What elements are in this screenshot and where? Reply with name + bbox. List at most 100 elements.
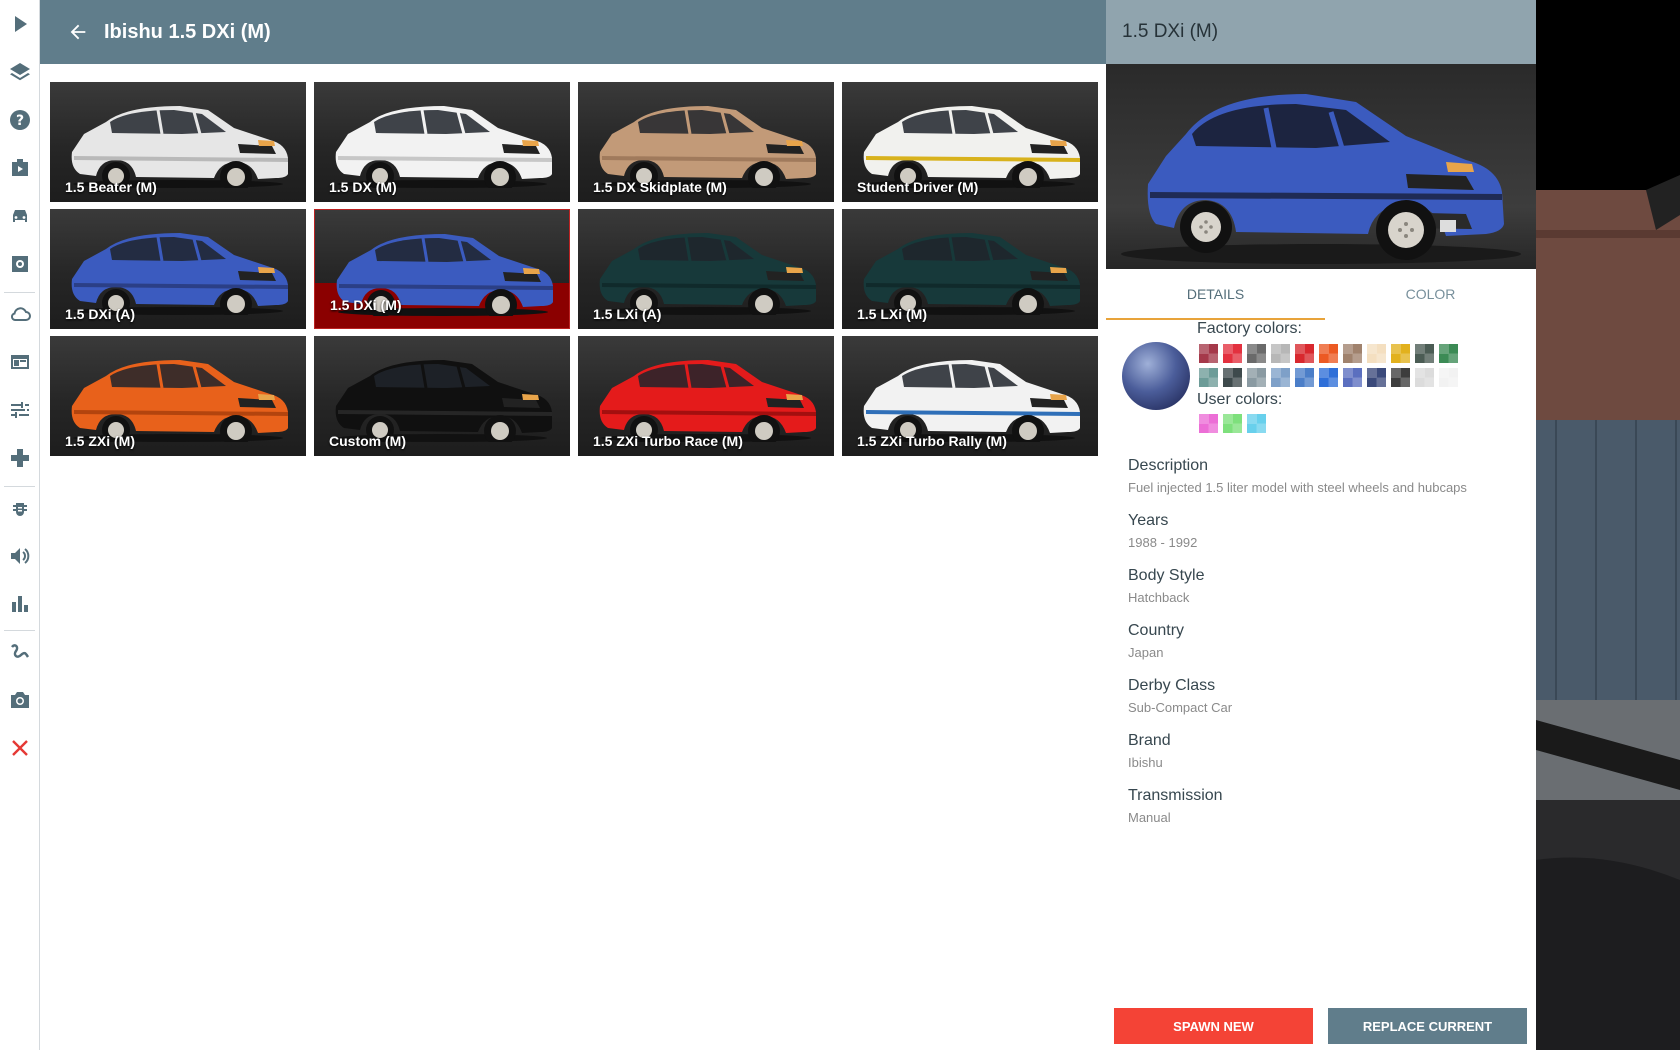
detail-value: Hatchback bbox=[1128, 590, 1190, 605]
config-label: 1.5 ZXi Turbo Race (M) bbox=[593, 433, 743, 449]
factory-color-swatch[interactable] bbox=[1415, 368, 1434, 387]
detail-label: Description bbox=[1128, 457, 1209, 474]
play-icon[interactable] bbox=[0, 4, 39, 44]
factory-color-swatch[interactable] bbox=[1223, 344, 1242, 363]
config-tile[interactable]: 1.5 Beater (M) bbox=[50, 82, 306, 202]
factory-color-swatch[interactable] bbox=[1247, 368, 1266, 387]
user-color-swatches bbox=[1199, 414, 1279, 433]
factory-color-swatch[interactable] bbox=[1247, 344, 1266, 363]
panel-tabs: DETAILS COLOR bbox=[1106, 270, 1536, 320]
gamepad-icon[interactable] bbox=[0, 438, 39, 478]
config-tile[interactable]: 1.5 DX (M) bbox=[314, 82, 570, 202]
car-thumbnail bbox=[335, 360, 552, 442]
detail-value: Fuel injected 1.5 liter model with steel… bbox=[1128, 480, 1467, 495]
car-thumbnail bbox=[71, 360, 289, 442]
config-label: 1.5 ZXi (M) bbox=[65, 433, 136, 449]
user-colors-label: User colors: bbox=[1197, 391, 1283, 408]
config-tile[interactable]: 1.5 DXi (A) bbox=[50, 209, 306, 329]
detail-label: Transmission bbox=[1128, 787, 1223, 804]
factory-color-swatch[interactable] bbox=[1319, 344, 1338, 363]
tab-color[interactable]: COLOR bbox=[1325, 270, 1536, 318]
factory-color-swatch[interactable] bbox=[1367, 368, 1386, 387]
tab-details[interactable]: DETAILS bbox=[1106, 270, 1325, 320]
factory-color-swatches bbox=[1199, 344, 1469, 387]
detail-value: Ibishu bbox=[1128, 755, 1163, 770]
factory-color-swatch[interactable] bbox=[1271, 344, 1290, 363]
detail-row: Country Japan bbox=[1128, 621, 1528, 663]
car-thumbnail bbox=[863, 106, 1080, 188]
config-label: 1.5 DXi (M) bbox=[330, 297, 402, 313]
config-tile[interactable]: 1.5 ZXi Turbo Rally (M) bbox=[842, 336, 1098, 456]
factory-colors-label: Factory colors: bbox=[1197, 320, 1302, 337]
factory-color-swatch[interactable] bbox=[1391, 368, 1410, 387]
close-icon[interactable] bbox=[0, 728, 39, 768]
detail-value: Japan bbox=[1128, 645, 1164, 660]
config-tile[interactable]: 1.5 DX Skidplate (M) bbox=[578, 82, 834, 202]
detail-row: Years 1988 - 1992 bbox=[1128, 511, 1528, 553]
camera-icon[interactable] bbox=[0, 680, 39, 720]
window-icon[interactable] bbox=[0, 342, 39, 382]
details-list: Description Fuel injected 1.5 liter model… bbox=[1128, 456, 1528, 841]
car-thumbnail bbox=[599, 233, 816, 315]
factory-color-swatch[interactable] bbox=[1439, 344, 1458, 363]
factory-color-swatch[interactable] bbox=[1271, 368, 1290, 387]
car-thumbnail bbox=[599, 360, 816, 442]
factory-color-swatch[interactable] bbox=[1367, 344, 1386, 363]
config-tile[interactable]: 1.5 LXi (A) bbox=[578, 209, 834, 329]
factory-color-swatch[interactable] bbox=[1391, 344, 1410, 363]
config-tile[interactable]: 1.5 DXi (M) bbox=[314, 209, 570, 329]
factory-color-swatch[interactable] bbox=[1319, 368, 1338, 387]
svg-text:?: ? bbox=[15, 113, 23, 129]
route-icon[interactable] bbox=[0, 632, 39, 672]
spawn-new-button[interactable]: SPAWN NEW bbox=[1114, 1008, 1313, 1044]
cloud-icon[interactable] bbox=[0, 294, 39, 334]
back-arrow-icon[interactable] bbox=[66, 20, 90, 44]
user-color-swatch[interactable] bbox=[1199, 414, 1218, 433]
config-label: 1.5 DXi (A) bbox=[65, 306, 136, 322]
parts-icon[interactable] bbox=[0, 244, 39, 284]
config-label: 1.5 DX (M) bbox=[329, 179, 397, 195]
factory-color-swatch[interactable] bbox=[1295, 368, 1314, 387]
detail-label: Body Style bbox=[1128, 567, 1205, 584]
factory-color-swatch[interactable] bbox=[1223, 368, 1242, 387]
panel-title: 1.5 DXi (M) bbox=[1122, 21, 1219, 42]
user-color-swatch[interactable] bbox=[1247, 414, 1266, 433]
detail-row: Derby Class Sub-Compact Car bbox=[1128, 676, 1528, 718]
config-tile[interactable]: 1.5 LXi (M) bbox=[842, 209, 1098, 329]
detail-value: 1988 - 1992 bbox=[1128, 535, 1198, 550]
detail-label: Derby Class bbox=[1128, 677, 1216, 694]
car-thumbnail bbox=[71, 106, 289, 188]
config-label: Custom (M) bbox=[329, 433, 406, 449]
factory-color-swatch[interactable] bbox=[1199, 344, 1218, 363]
factory-color-swatch[interactable] bbox=[1439, 368, 1458, 387]
factory-color-swatch[interactable] bbox=[1343, 368, 1362, 387]
config-tile[interactable]: 1.5 ZXi (M) bbox=[50, 336, 306, 456]
config-label: 1.5 Beater (M) bbox=[65, 179, 157, 195]
scenario-icon[interactable] bbox=[0, 148, 39, 188]
config-label: 1.5 LXi (M) bbox=[857, 306, 928, 322]
car-thumbnail bbox=[71, 233, 289, 315]
help-icon[interactable]: ? bbox=[0, 100, 39, 140]
chart-icon[interactable] bbox=[0, 584, 39, 624]
car-preview-image bbox=[1106, 64, 1536, 269]
factory-color-swatch[interactable] bbox=[1199, 368, 1218, 387]
layers-icon[interactable] bbox=[0, 52, 39, 92]
factory-color-swatch[interactable] bbox=[1343, 344, 1362, 363]
paint-preview-sphere[interactable] bbox=[1122, 342, 1190, 410]
factory-color-swatch[interactable] bbox=[1295, 344, 1314, 363]
detail-label: Country bbox=[1128, 622, 1185, 639]
factory-color-swatch[interactable] bbox=[1415, 344, 1434, 363]
sound-icon[interactable] bbox=[0, 536, 39, 576]
page-title: Ibishu 1.5 DXi (M) bbox=[104, 20, 271, 43]
car-thumbnail bbox=[863, 360, 1080, 442]
replace-current-button[interactable]: REPLACE CURRENT bbox=[1328, 1008, 1527, 1044]
tune-icon[interactable] bbox=[0, 390, 39, 430]
user-color-swatch[interactable] bbox=[1223, 414, 1242, 433]
config-tile[interactable]: Student Driver (M) bbox=[842, 82, 1098, 202]
detail-label: Brand bbox=[1128, 732, 1171, 749]
car-thumbnail bbox=[863, 233, 1080, 315]
config-tile[interactable]: 1.5 ZXi Turbo Race (M) bbox=[578, 336, 834, 456]
config-tile[interactable]: Custom (M) bbox=[314, 336, 570, 456]
bug-icon[interactable] bbox=[0, 488, 39, 528]
car-icon[interactable] bbox=[0, 196, 39, 236]
